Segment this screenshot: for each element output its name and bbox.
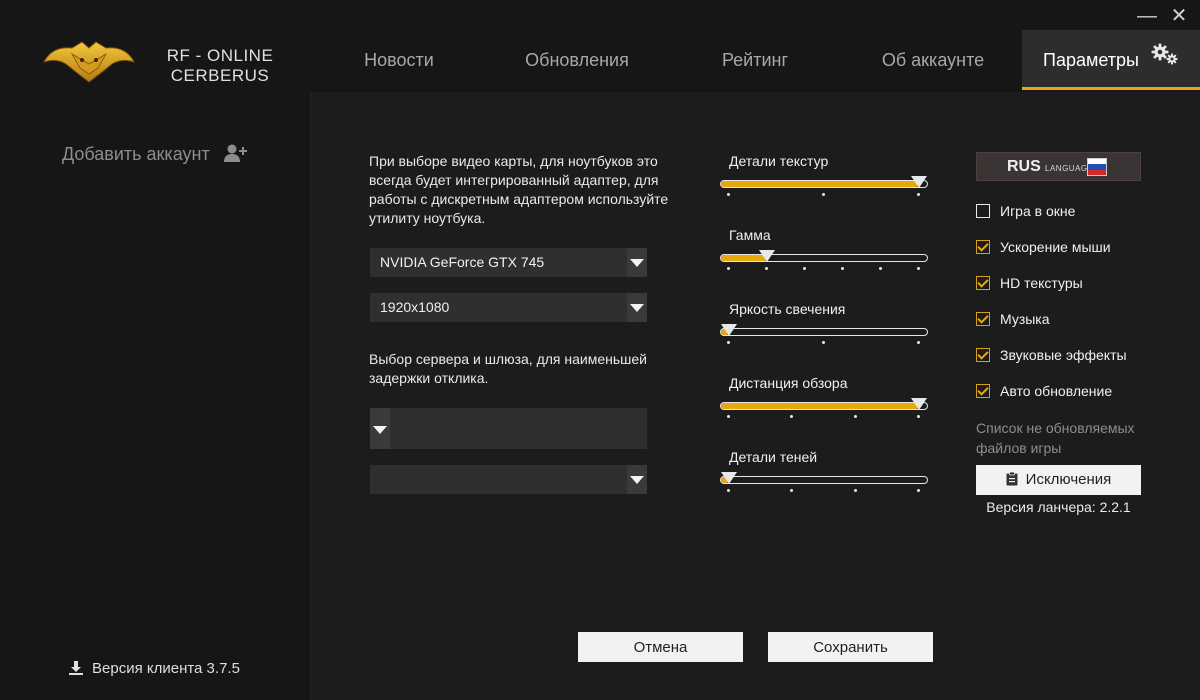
logo-line-1: RF - ONLINE (166, 46, 274, 65)
russia-flag-icon (1087, 158, 1107, 176)
download-icon (69, 660, 83, 675)
slider-tick (727, 341, 730, 344)
gateway-select[interactable] (370, 465, 647, 494)
gears-icon (1151, 29, 1179, 89)
save-button[interactable]: Сохранить (768, 632, 933, 662)
slider-tick (727, 193, 730, 196)
checkbox[interactable] (976, 204, 990, 218)
slider-label-gamma: Гамма (729, 227, 771, 243)
texture-detail-slider[interactable] (720, 176, 928, 196)
slider-tick (917, 267, 920, 270)
gpu-select[interactable]: NVIDIA GeForce GTX 745 (370, 248, 647, 277)
cerberus-logo-icon (42, 38, 136, 84)
tab-updates[interactable]: Обновления (490, 30, 664, 90)
chevron-down-icon (630, 304, 644, 312)
client-version-text: Версия клиента 3.7.5 (92, 660, 240, 677)
checkbox[interactable] (976, 276, 990, 290)
server-description: Выбор сервера и шлюза, для наименьшей за… (369, 351, 647, 386)
logo-line-2: CERBERUS (170, 66, 270, 85)
chevron-down-icon (373, 426, 387, 434)
slider-label-view-distance: Дистанция обзора (729, 375, 848, 391)
resolution-select-arrow[interactable] (627, 293, 647, 322)
launcher-version: Версия ланчера: 2.2.1 (986, 499, 1131, 515)
slider-label-texture-detail: Детали текстур (729, 153, 829, 169)
tab-rating[interactable]: Рейтинг (680, 30, 830, 90)
checkbox[interactable] (976, 312, 990, 326)
slider-tick (727, 415, 730, 418)
slider-tick (727, 267, 730, 270)
slider-thumb[interactable] (721, 472, 737, 484)
option-label: Музыка (1000, 311, 1050, 327)
view-distance-slider[interactable] (720, 398, 928, 418)
exclusions-button-label: Исключения (1025, 471, 1112, 488)
tab-account[interactable]: Об аккаунте (846, 30, 1020, 90)
cancel-button[interactable]: Отмена (578, 632, 743, 662)
tab-news[interactable]: Новости (318, 30, 480, 90)
slider-tick (803, 267, 806, 270)
resolution-select[interactable]: 1920x1080 (370, 293, 647, 322)
slider-label-shadow-detail: Детали теней (729, 449, 818, 465)
gpu-select-arrow[interactable] (627, 248, 647, 277)
language-button[interactable]: RUS LANGUAGE (976, 152, 1141, 181)
slider-tick (917, 341, 920, 344)
slider-tick (841, 267, 844, 270)
slider-tick (879, 267, 882, 270)
option-label: Игра в окне (1000, 203, 1076, 219)
slider-tick (765, 267, 768, 270)
slider-tick (822, 341, 825, 344)
glow-brightness-slider[interactable] (720, 324, 928, 344)
slider-thumb[interactable] (911, 398, 927, 410)
slider-thumb[interactable] (721, 324, 737, 336)
slider-tick (853, 489, 857, 492)
option-label: Звуковые эффекты (1000, 347, 1127, 363)
slider-tick (917, 193, 920, 196)
exclusions-note: Список не обновляемых файлов игры (976, 420, 1135, 456)
chevron-down-icon (630, 476, 644, 484)
option-label: Ускорение мыши (1000, 239, 1111, 255)
option-label: Авто обновление (1000, 383, 1113, 399)
minimize-button[interactable]: — (1134, 4, 1160, 28)
add-account-label: Добавить аккаунт (62, 144, 210, 164)
option-label: HD текстуры (1000, 275, 1083, 291)
gpu-description: При выборе видео карты, для ноутбуков эт… (369, 153, 669, 226)
server-select[interactable] (370, 408, 647, 449)
gateway-select-arrow[interactable] (627, 465, 647, 494)
language-code: RUS (1007, 158, 1041, 175)
checkbox[interactable] (976, 384, 990, 398)
clipboard-icon (1006, 471, 1018, 486)
slider-label-glow-brightness: Яркость свечения (729, 301, 846, 317)
slider-tick (917, 489, 920, 492)
slider-fill (721, 403, 919, 409)
slider-thumb[interactable] (911, 176, 927, 188)
checkbox[interactable] (976, 348, 990, 362)
slider-fill (721, 181, 919, 187)
chevron-down-icon (630, 259, 644, 267)
slider-tick (822, 193, 825, 196)
slider-tick (917, 415, 920, 418)
close-button[interactable]: ✕ (1166, 4, 1192, 28)
tab-settings-label: Параметры (1043, 50, 1139, 70)
exclusions-button[interactable]: Исключения (976, 465, 1141, 495)
gamma-slider[interactable] (720, 250, 928, 270)
slider-tick (853, 415, 857, 418)
slider-tick (727, 489, 730, 492)
add-user-icon (223, 144, 247, 163)
logo-text: RF - ONLINE CERBERUS (155, 46, 285, 86)
resolution-select-value: 1920x1080 (380, 299, 450, 315)
client-version: Версия клиента 3.7.5 (68, 660, 240, 677)
slider-thumb[interactable] (759, 250, 775, 262)
checkbox[interactable] (976, 240, 990, 254)
server-select-arrow[interactable] (370, 408, 390, 449)
gpu-select-value: NVIDIA GeForce GTX 745 (380, 254, 545, 270)
add-account-button[interactable]: Добавить аккаунт (62, 144, 248, 165)
shadow-detail-slider[interactable] (720, 472, 928, 492)
tab-settings[interactable]: Параметры (1022, 30, 1200, 90)
